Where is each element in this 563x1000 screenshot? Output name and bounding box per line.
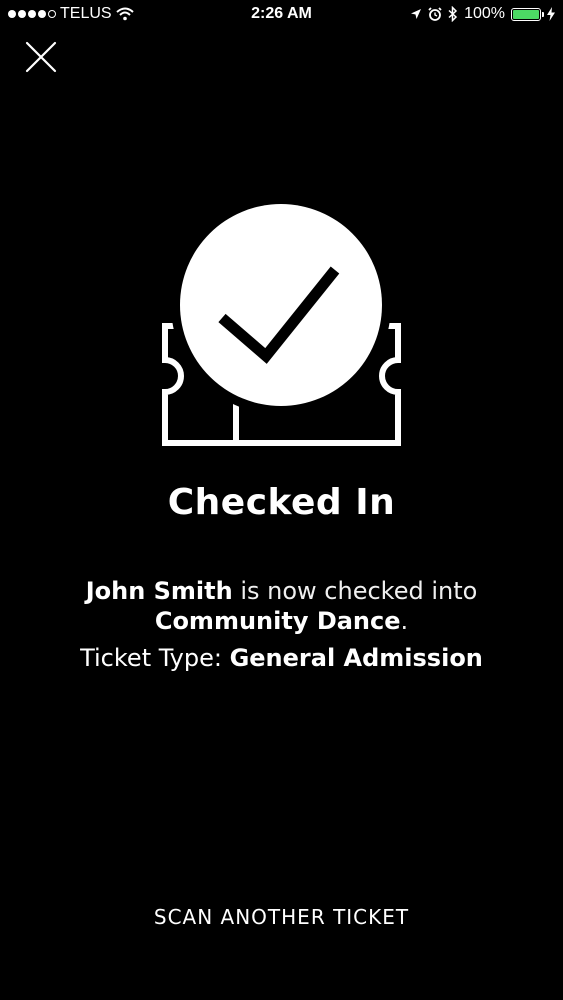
checked-ticket-icon	[162, 195, 401, 446]
alarm-icon	[428, 7, 442, 21]
battery-fill	[513, 9, 539, 19]
checkin-message-punct: .	[400, 607, 409, 635]
checkin-message-text: is now checked into	[232, 577, 478, 605]
page-title: Checked In	[167, 482, 396, 523]
status-right: 100%	[410, 5, 555, 23]
location-arrow-icon	[411, 9, 422, 19]
close-button[interactable]	[22, 38, 60, 76]
ticket-type-label: Ticket Type:	[80, 644, 230, 672]
checkin-message: John Smith is now checked into Community…	[0, 576, 563, 636]
charging-bolt-icon	[547, 7, 555, 21]
ticket-type-value: General Admission	[229, 644, 483, 672]
battery-cap	[542, 11, 544, 17]
battery-icon	[511, 7, 544, 21]
event-name: Community Dance	[154, 607, 401, 635]
battery-percent: 100%	[464, 5, 505, 22]
checked-ticket-illustration	[160, 195, 402, 454]
close-icon	[25, 41, 57, 73]
attendee-name: John Smith	[85, 577, 233, 605]
bluetooth-icon	[448, 6, 458, 22]
ticket-type: Ticket Type: General Admission	[0, 644, 563, 672]
scan-another-ticket-button[interactable]: SCAN ANOTHER TICKET	[100, 897, 463, 937]
status-bar: TELUS 2:26 AM 100%	[0, 0, 563, 30]
